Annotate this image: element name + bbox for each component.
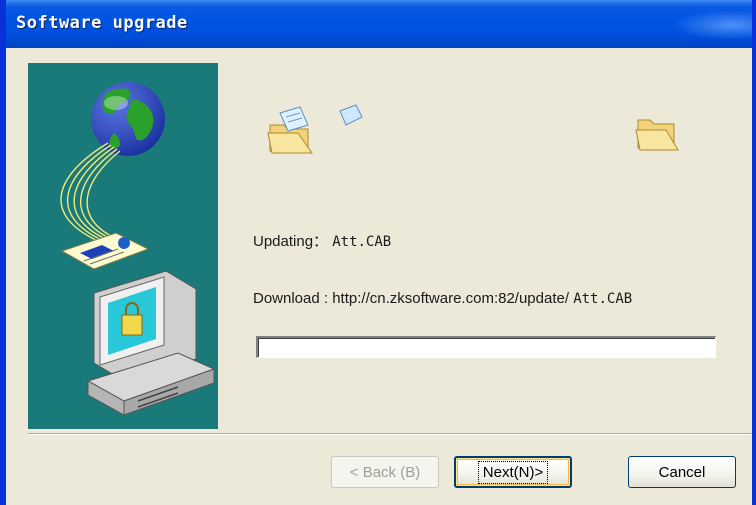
title-bar[interactable]: Software upgrade <box>6 0 752 49</box>
network-cable-lines <box>60 142 123 242</box>
next-button[interactable]: Next(N)> <box>454 456 572 488</box>
document-icon <box>60 232 150 270</box>
window-title: Software upgrade <box>16 13 188 33</box>
copy-animation <box>267 104 363 154</box>
globe-icon <box>91 82 165 156</box>
source-folder-icon <box>267 106 313 154</box>
updating-label: Updating： <box>253 233 329 250</box>
back-button[interactable]: < Back (B) <box>331 456 439 488</box>
destination-folder-icon <box>635 119 679 151</box>
wizard-illustration <box>60 82 216 416</box>
download-file: Att.CAB <box>573 291 633 307</box>
title-bar-glint <box>672 10 752 40</box>
cancel-button[interactable]: Cancel <box>628 456 736 488</box>
upgrade-dialog: Software upgrade Updating： Att.CAB Downl… <box>0 0 756 505</box>
computer-lock-icon <box>86 270 216 416</box>
updating-file: Att.CAB <box>332 234 392 250</box>
next-button-label: Next(N)> <box>477 460 549 484</box>
flying-document-icon <box>339 104 363 126</box>
download-progress-bar <box>256 336 716 358</box>
button-separator <box>28 433 752 435</box>
updating-status: Updating： Att.CAB <box>253 230 391 251</box>
wizard-art-panel <box>28 63 218 429</box>
dialog-content: Updating： Att.CAB Download : http://cn.z… <box>6 48 752 505</box>
download-status: Download : http://cn.zksoftware.com:82/u… <box>253 290 632 307</box>
download-label: Download : http://cn.zksoftware.com:82/u… <box>253 290 570 307</box>
